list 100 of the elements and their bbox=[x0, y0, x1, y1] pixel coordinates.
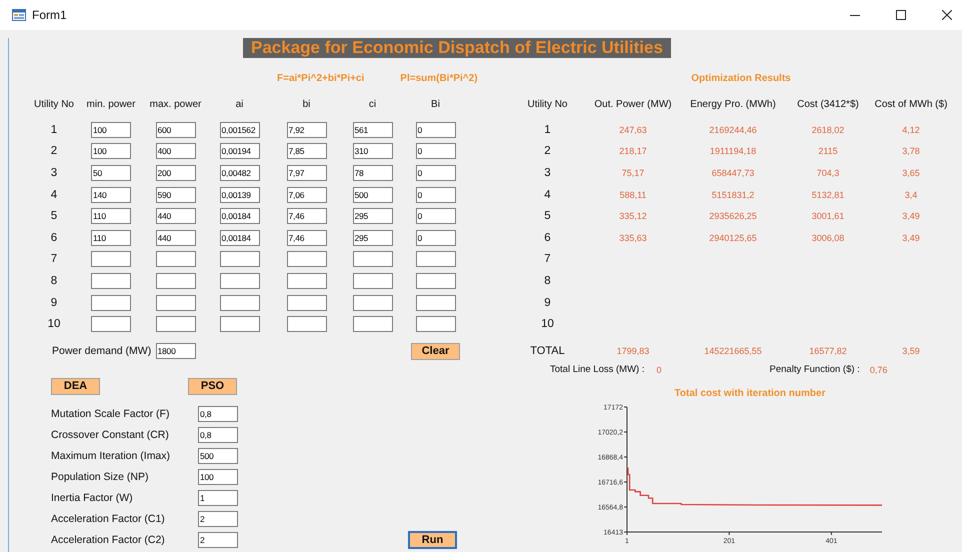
input-field[interactable]: 0,00139 bbox=[220, 186, 260, 203]
input-field[interactable] bbox=[416, 294, 456, 311]
parameter-field[interactable]: 100 bbox=[198, 469, 238, 486]
input-field[interactable] bbox=[156, 294, 196, 311]
parameter-label: Acceleration Factor (C1) bbox=[51, 513, 165, 526]
input-field[interactable] bbox=[416, 251, 456, 268]
input-field[interactable] bbox=[352, 272, 392, 289]
input-field[interactable]: 0 bbox=[416, 230, 456, 246]
utility-number: 9 bbox=[544, 296, 551, 309]
input-field[interactable] bbox=[156, 316, 196, 332]
total-label: TOTAL bbox=[530, 344, 565, 357]
result-value: 3,49 bbox=[902, 232, 920, 243]
input-field[interactable]: 7,92 bbox=[286, 122, 326, 138]
input-field[interactable] bbox=[286, 316, 326, 332]
input-field[interactable]: 7,85 bbox=[286, 143, 326, 160]
utility-number: 7 bbox=[50, 253, 58, 266]
method-button[interactable]: PSO bbox=[188, 378, 237, 395]
input-field[interactable] bbox=[220, 294, 260, 311]
input-field[interactable]: 295 bbox=[352, 230, 392, 246]
parameter-label: Population Size (NP) bbox=[51, 471, 148, 484]
input-field[interactable]: 0,00184 bbox=[220, 230, 260, 246]
input-field[interactable]: 0 bbox=[416, 186, 456, 203]
column-header: Cost of MWh ($) bbox=[874, 98, 948, 110]
input-field[interactable]: 400 bbox=[156, 143, 196, 160]
input-field[interactable]: 140 bbox=[91, 186, 131, 203]
input-field[interactable]: 440 bbox=[156, 230, 196, 246]
utility-number: 1 bbox=[50, 124, 58, 136]
input-field[interactable]: 7,46 bbox=[286, 230, 326, 246]
input-field[interactable]: 7,97 bbox=[286, 164, 326, 181]
input-field[interactable] bbox=[91, 272, 131, 289]
input-field[interactable]: 0 bbox=[416, 164, 456, 181]
input-field[interactable] bbox=[220, 251, 260, 268]
utility-number: 3 bbox=[50, 166, 58, 179]
input-field[interactable]: 7,06 bbox=[286, 186, 326, 203]
input-field[interactable] bbox=[286, 251, 326, 268]
input-field[interactable] bbox=[220, 272, 260, 289]
input-field[interactable]: 0,00194 bbox=[220, 143, 260, 160]
input-field[interactable]: 50 bbox=[91, 164, 131, 181]
parameter-field[interactable]: 1 bbox=[198, 490, 238, 506]
input-field[interactable]: 7,46 bbox=[286, 208, 326, 224]
penalty-label: Penalty Function ($) : bbox=[770, 364, 860, 376]
close-icon[interactable] bbox=[942, 10, 952, 20]
parameter-field[interactable]: 2 bbox=[198, 532, 238, 548]
total-value: 1799,83 bbox=[616, 346, 650, 356]
result-value: 658447,73 bbox=[712, 168, 754, 178]
input-field[interactable] bbox=[352, 294, 392, 311]
input-field[interactable]: 100 bbox=[91, 143, 131, 160]
maximize-icon[interactable] bbox=[896, 10, 906, 20]
method-button[interactable]: DEA bbox=[51, 378, 100, 395]
input-field[interactable]: 0 bbox=[416, 122, 456, 138]
input-field[interactable] bbox=[91, 294, 131, 311]
input-field[interactable] bbox=[286, 294, 326, 311]
clear-button[interactable]: Clear bbox=[411, 342, 460, 360]
run-button[interactable]: Run bbox=[408, 531, 457, 550]
parameter-field[interactable]: 0,8 bbox=[198, 406, 238, 422]
parameter-field[interactable]: 2 bbox=[198, 511, 238, 528]
form-icon bbox=[12, 9, 26, 21]
input-field[interactable]: 0 bbox=[416, 143, 456, 160]
input-field[interactable]: 0,001562 bbox=[220, 122, 260, 138]
column-header: Cost (3412*$) bbox=[797, 98, 859, 110]
input-field[interactable] bbox=[286, 272, 326, 289]
input-field[interactable] bbox=[91, 316, 131, 332]
result-value: 1911194,18 bbox=[710, 146, 756, 156]
input-field[interactable] bbox=[416, 272, 456, 289]
result-value: 75,17 bbox=[622, 168, 644, 178]
input-field[interactable]: 110 bbox=[91, 208, 131, 224]
input-field[interactable]: 500 bbox=[352, 186, 392, 203]
utility-number: 4 bbox=[544, 188, 551, 201]
column-header: Out. Power (MW) bbox=[594, 98, 672, 110]
input-field[interactable]: 0 bbox=[416, 208, 456, 224]
input-field[interactable]: 561 bbox=[352, 122, 392, 138]
minimize-icon[interactable] bbox=[850, 14, 860, 16]
result-value: 588,11 bbox=[620, 190, 646, 200]
parameter-field[interactable]: 500 bbox=[198, 448, 238, 464]
column-header: max. power bbox=[150, 98, 202, 110]
input-field[interactable] bbox=[156, 251, 196, 268]
input-field[interactable] bbox=[352, 316, 392, 332]
input-field[interactable] bbox=[416, 316, 456, 332]
input-field[interactable]: 600 bbox=[156, 122, 196, 138]
power-demand-label: Power demand (MW) bbox=[51, 345, 152, 358]
input-field[interactable]: 200 bbox=[156, 164, 196, 181]
input-field[interactable]: 440 bbox=[156, 208, 196, 224]
column-header: ai bbox=[236, 98, 244, 110]
power-demand-field[interactable]: 1800 bbox=[156, 343, 196, 360]
column-header: bi bbox=[302, 98, 310, 110]
input-field[interactable]: 110 bbox=[91, 230, 131, 246]
input-field[interactable]: 0,00184 bbox=[220, 208, 260, 224]
input-field[interactable]: 100 bbox=[91, 122, 131, 138]
parameter-label: Maximum Iteration (Imax) bbox=[51, 450, 170, 462]
input-field[interactable]: 310 bbox=[352, 143, 392, 160]
input-field[interactable]: 78 bbox=[352, 164, 392, 181]
cost-formula: F=ai*Pi^2+bi*Pi+ci bbox=[277, 72, 364, 84]
input-field[interactable] bbox=[220, 316, 260, 332]
parameter-field[interactable]: 0,8 bbox=[198, 427, 238, 444]
input-field[interactable]: 590 bbox=[156, 186, 196, 203]
input-field[interactable] bbox=[91, 251, 131, 268]
input-field[interactable]: 295 bbox=[352, 208, 392, 224]
input-field[interactable]: 0,00482 bbox=[220, 164, 260, 181]
input-field[interactable] bbox=[156, 272, 196, 289]
input-field[interactable] bbox=[352, 251, 392, 268]
